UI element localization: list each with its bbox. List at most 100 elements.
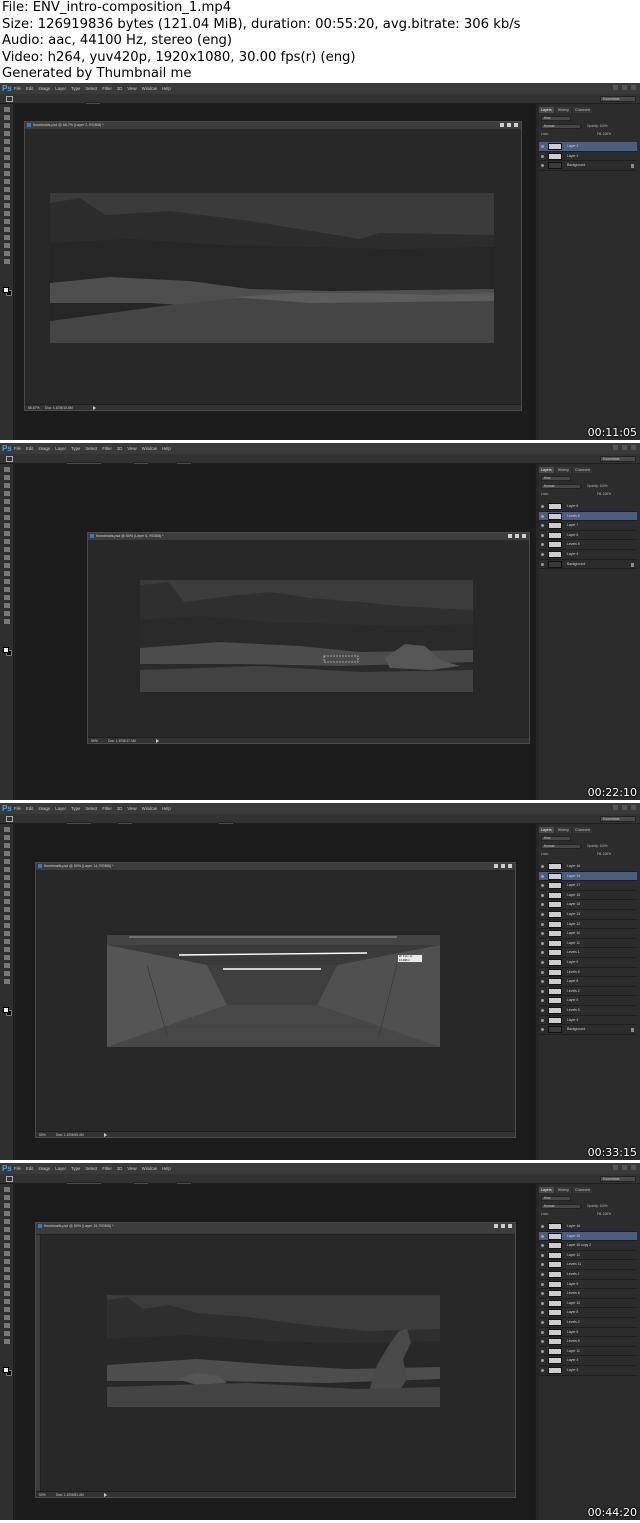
layer-row[interactable]: Layer 17: [539, 881, 637, 891]
layer-row[interactable]: Levels 1: [539, 948, 637, 958]
visibility-eye-icon[interactable]: [541, 941, 544, 945]
layer-row[interactable]: Layer 3: [539, 1366, 637, 1376]
status-menu-arrow-icon[interactable]: [104, 1133, 107, 1137]
eraser-tool-icon[interactable]: [4, 187, 10, 192]
menu-type[interactable]: Type: [71, 443, 80, 454]
layer-row[interactable]: Layer 9: [539, 958, 637, 968]
visibility-eye-icon[interactable]: [541, 1311, 544, 1315]
visibility-eye-icon[interactable]: [541, 552, 544, 556]
foreground-color-swatch[interactable]: [3, 287, 9, 293]
lasso-tool-icon[interactable]: [4, 843, 10, 848]
fill-control[interactable]: Fill: 100%: [597, 1212, 611, 1217]
dodge-tool-icon[interactable]: [4, 211, 10, 216]
document-window[interactable]: thumbnails.psd @ 50% (Layer 15, RGB/8) *…: [35, 1222, 516, 1498]
crop-tool-icon[interactable]: [4, 1219, 10, 1224]
visibility-eye-icon[interactable]: [541, 543, 544, 547]
gradient-tool-icon[interactable]: [4, 555, 10, 560]
tab-layers[interactable]: Layers: [539, 1187, 554, 1193]
layer-row[interactable]: Levels 5: [539, 1006, 637, 1016]
layer-row[interactable]: Layer 4: [539, 550, 637, 560]
layer-row[interactable]: Levels 11: [539, 1260, 637, 1270]
visibility-eye-icon[interactable]: [541, 989, 544, 993]
visibility-eye-icon[interactable]: [541, 865, 544, 868]
layer-row[interactable]: Layer 9: [539, 1280, 637, 1290]
type-tool-icon[interactable]: [4, 1307, 10, 1312]
path-select-icon[interactable]: [4, 235, 10, 240]
menu-window[interactable]: Window: [142, 83, 157, 94]
visibility-eye-icon[interactable]: [541, 1349, 544, 1353]
workspace-select[interactable]: Essentials: [600, 456, 636, 462]
history-brush-icon[interactable]: [4, 179, 10, 184]
menu-help[interactable]: Help: [162, 1163, 171, 1174]
gradient-tool-icon[interactable]: [4, 915, 10, 920]
visibility-eye-icon[interactable]: [541, 1234, 544, 1238]
maximize-icon[interactable]: [501, 864, 505, 868]
artwork-canvas[interactable]: [107, 935, 440, 1047]
layer-row[interactable]: Layer 11: [539, 1347, 637, 1357]
zoom-tool-icon[interactable]: [4, 619, 10, 624]
healing-brush-icon[interactable]: [4, 1235, 10, 1240]
type-tool-icon[interactable]: [4, 227, 10, 232]
menu-filter[interactable]: Filter: [102, 443, 112, 454]
move-tool-icon[interactable]: [4, 827, 10, 832]
dodge-tool-icon[interactable]: [4, 571, 10, 576]
brush-tool-icon[interactable]: [4, 883, 10, 888]
refine-edge-button[interactable]: Refine Edge...: [130, 96, 155, 110]
pen-tool-icon[interactable]: [4, 219, 10, 224]
tab-channels[interactable]: Channels: [572, 1187, 593, 1193]
marquee-tool-icon[interactable]: [4, 475, 10, 480]
tab-history[interactable]: History: [555, 1187, 571, 1193]
visibility-eye-icon[interactable]: [541, 960, 544, 964]
gradient-tool-icon[interactable]: [4, 1275, 10, 1280]
layer-row[interactable]: Layer 8: [539, 977, 637, 987]
shape-tool-icon[interactable]: [4, 243, 10, 248]
layer-row[interactable]: Layer 1: [539, 152, 637, 162]
opacity-control[interactable]: Opacity: 100%: [587, 484, 608, 489]
menu-window[interactable]: Window: [142, 443, 157, 454]
visibility-eye-icon[interactable]: [541, 1340, 544, 1344]
layer-row[interactable]: Layer 4: [539, 1016, 637, 1026]
zoom-tool-icon[interactable]: [4, 259, 10, 264]
menu-3d[interactable]: 3D: [117, 1163, 123, 1174]
layer-filter-select[interactable]: Kind: [541, 116, 571, 121]
line-tool-icon[interactable]: [6, 816, 13, 822]
layer-row[interactable]: Layer 14: [539, 871, 637, 882]
layer-row[interactable]: Layer 15: [539, 1231, 637, 1242]
visibility-eye-icon[interactable]: [541, 1253, 544, 1257]
stamp-tool-icon[interactable]: [4, 531, 10, 536]
menu-layer[interactable]: Layer: [55, 83, 66, 94]
blur-tool-icon[interactable]: [4, 923, 10, 928]
menu-help[interactable]: Help: [162, 443, 171, 454]
layer-row[interactable]: Levels 6: [539, 968, 637, 978]
align-edges-option[interactable]: Align Edges: [232, 816, 253, 830]
menu-view[interactable]: View: [127, 443, 136, 454]
menu-filter[interactable]: Filter: [102, 83, 112, 94]
close-icon[interactable]: [508, 864, 512, 868]
layer-row[interactable]: Layer 6: [539, 531, 637, 541]
visibility-eye-icon[interactable]: [541, 1272, 544, 1276]
minimize-icon[interactable]: [613, 805, 618, 810]
layer-row[interactable]: Layer 8: [539, 1308, 637, 1318]
layer-row[interactable]: Layer 15 copy 2: [539, 1241, 637, 1251]
layer-row[interactable]: Levels 6: [539, 511, 637, 522]
artwork-canvas[interactable]: [50, 193, 494, 343]
visibility-eye-icon[interactable]: [541, 1225, 544, 1228]
menu-file[interactable]: File: [14, 443, 21, 454]
blend-mode-select[interactable]: Normal: [541, 1204, 581, 1209]
minimize-icon[interactable]: [494, 1224, 498, 1228]
minimize-icon[interactable]: [613, 1165, 618, 1170]
visibility-eye-icon[interactable]: [541, 154, 544, 158]
close-icon[interactable]: [631, 445, 636, 450]
layer-row[interactable]: Levels 1: [539, 1270, 637, 1280]
minimize-icon[interactable]: [494, 864, 498, 868]
quick-select-icon[interactable]: [4, 131, 10, 136]
menu-edit[interactable]: Edit: [26, 83, 33, 94]
layer-row[interactable]: Levels 2: [539, 987, 637, 997]
visibility-eye-icon[interactable]: [541, 884, 544, 888]
tab-layers[interactable]: Layers: [539, 467, 554, 473]
menu-type[interactable]: Type: [71, 803, 80, 814]
visibility-eye-icon[interactable]: [541, 912, 544, 916]
shape-tool-icon[interactable]: [4, 603, 10, 608]
layer-row[interactable]: Layer 13: [539, 910, 637, 920]
hand-tool-icon[interactable]: [4, 1331, 10, 1336]
